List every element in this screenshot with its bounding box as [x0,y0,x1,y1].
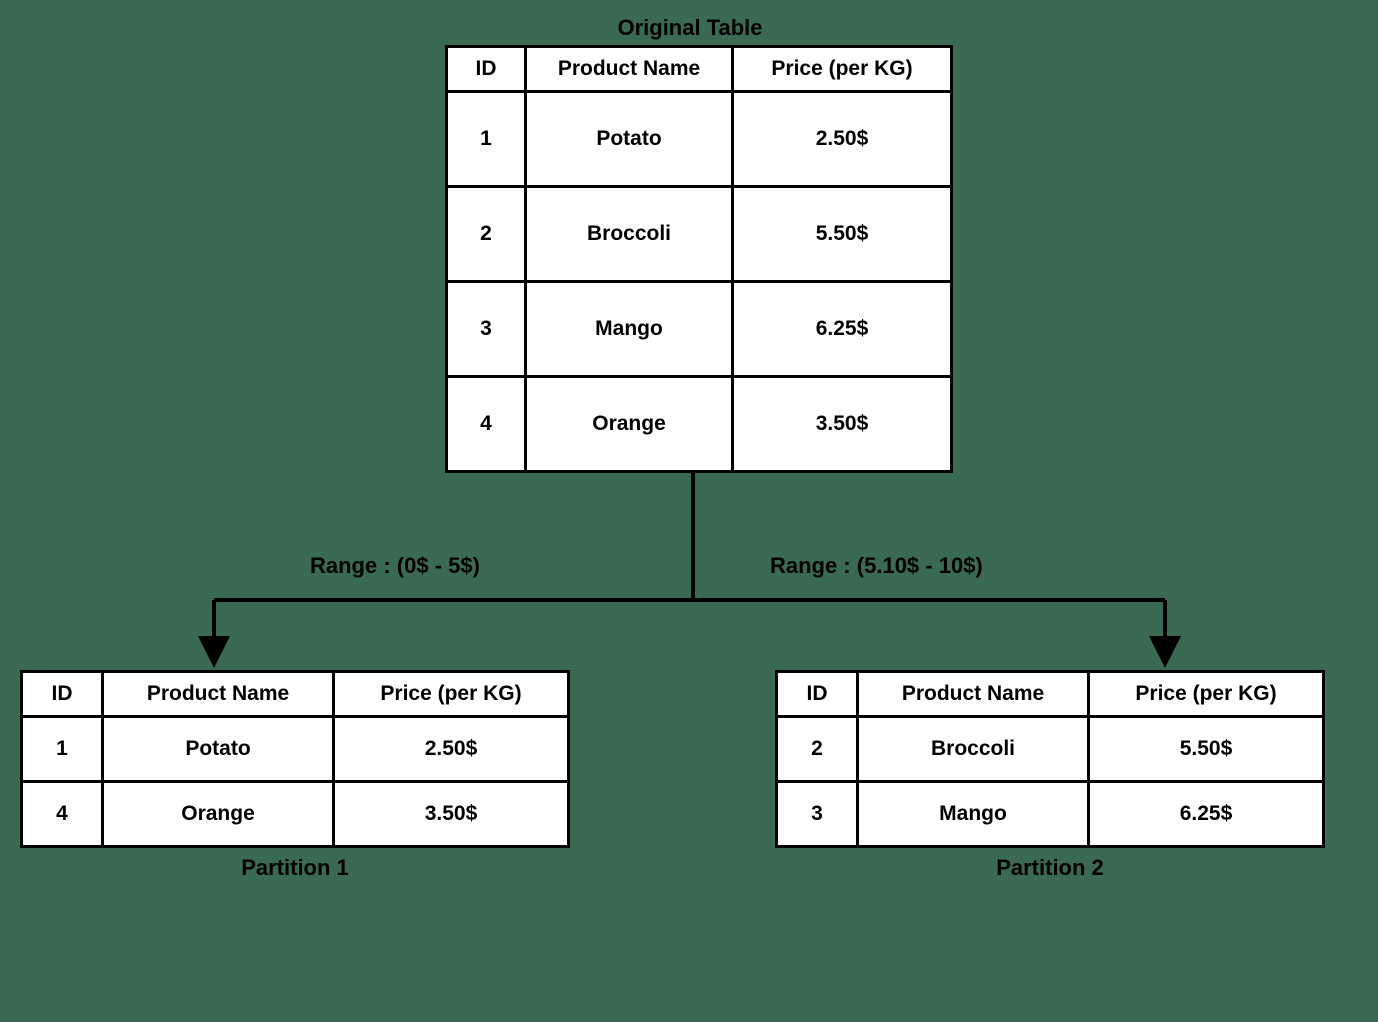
header-id: ID [22,672,103,717]
cell-id: 2 [777,717,858,782]
cell-price: 3.50$ [334,782,569,847]
header-name: Product Name [858,672,1089,717]
table-row: 3 Mango 6.25$ [777,782,1324,847]
partition2-title: Partition 2 [950,855,1150,881]
header-name: Product Name [103,672,334,717]
table-row: 1 Potato 2.50$ [447,92,952,187]
header-price: Price (per KG) [334,672,569,717]
range-left-label: Range : (0$ - 5$) [310,553,480,579]
cell-id: 1 [22,717,103,782]
cell-price: 6.25$ [733,282,952,377]
cell-id: 4 [22,782,103,847]
table-header-row: ID Product Name Price (per KG) [22,672,569,717]
cell-id: 1 [447,92,526,187]
cell-name: Orange [526,377,733,472]
cell-id: 4 [447,377,526,472]
cell-price: 5.50$ [1089,717,1324,782]
cell-name: Orange [103,782,334,847]
partition1-table: ID Product Name Price (per KG) 1 Potato … [20,670,570,848]
header-price: Price (per KG) [733,47,952,92]
range-right-label: Range : (5.10$ - 10$) [770,553,983,579]
cell-id: 2 [447,187,526,282]
table-row: 2 Broccoli 5.50$ [447,187,952,282]
table-row: 3 Mango 6.25$ [447,282,952,377]
header-id: ID [447,47,526,92]
cell-name: Mango [858,782,1089,847]
cell-id: 3 [447,282,526,377]
cell-name: Potato [103,717,334,782]
table-row: 1 Potato 2.50$ [22,717,569,782]
cell-name: Potato [526,92,733,187]
original-table: ID Product Name Price (per KG) 1 Potato … [445,45,953,473]
cell-name: Broccoli [858,717,1089,782]
cell-price: 2.50$ [733,92,952,187]
cell-price: 2.50$ [334,717,569,782]
table-header-row: ID Product Name Price (per KG) [447,47,952,92]
table-row: 4 Orange 3.50$ [447,377,952,472]
partition2-table: ID Product Name Price (per KG) 2 Broccol… [775,670,1325,848]
cell-price: 6.25$ [1089,782,1324,847]
header-price: Price (per KG) [1089,672,1324,717]
table-row: 4 Orange 3.50$ [22,782,569,847]
table-row: 2 Broccoli 5.50$ [777,717,1324,782]
table-header-row: ID Product Name Price (per KG) [777,672,1324,717]
cell-name: Broccoli [526,187,733,282]
cell-name: Mango [526,282,733,377]
header-id: ID [777,672,858,717]
partition1-title: Partition 1 [195,855,395,881]
cell-price: 3.50$ [733,377,952,472]
original-table-title: Original Table [540,15,840,41]
header-name: Product Name [526,47,733,92]
cell-price: 5.50$ [733,187,952,282]
cell-id: 3 [777,782,858,847]
